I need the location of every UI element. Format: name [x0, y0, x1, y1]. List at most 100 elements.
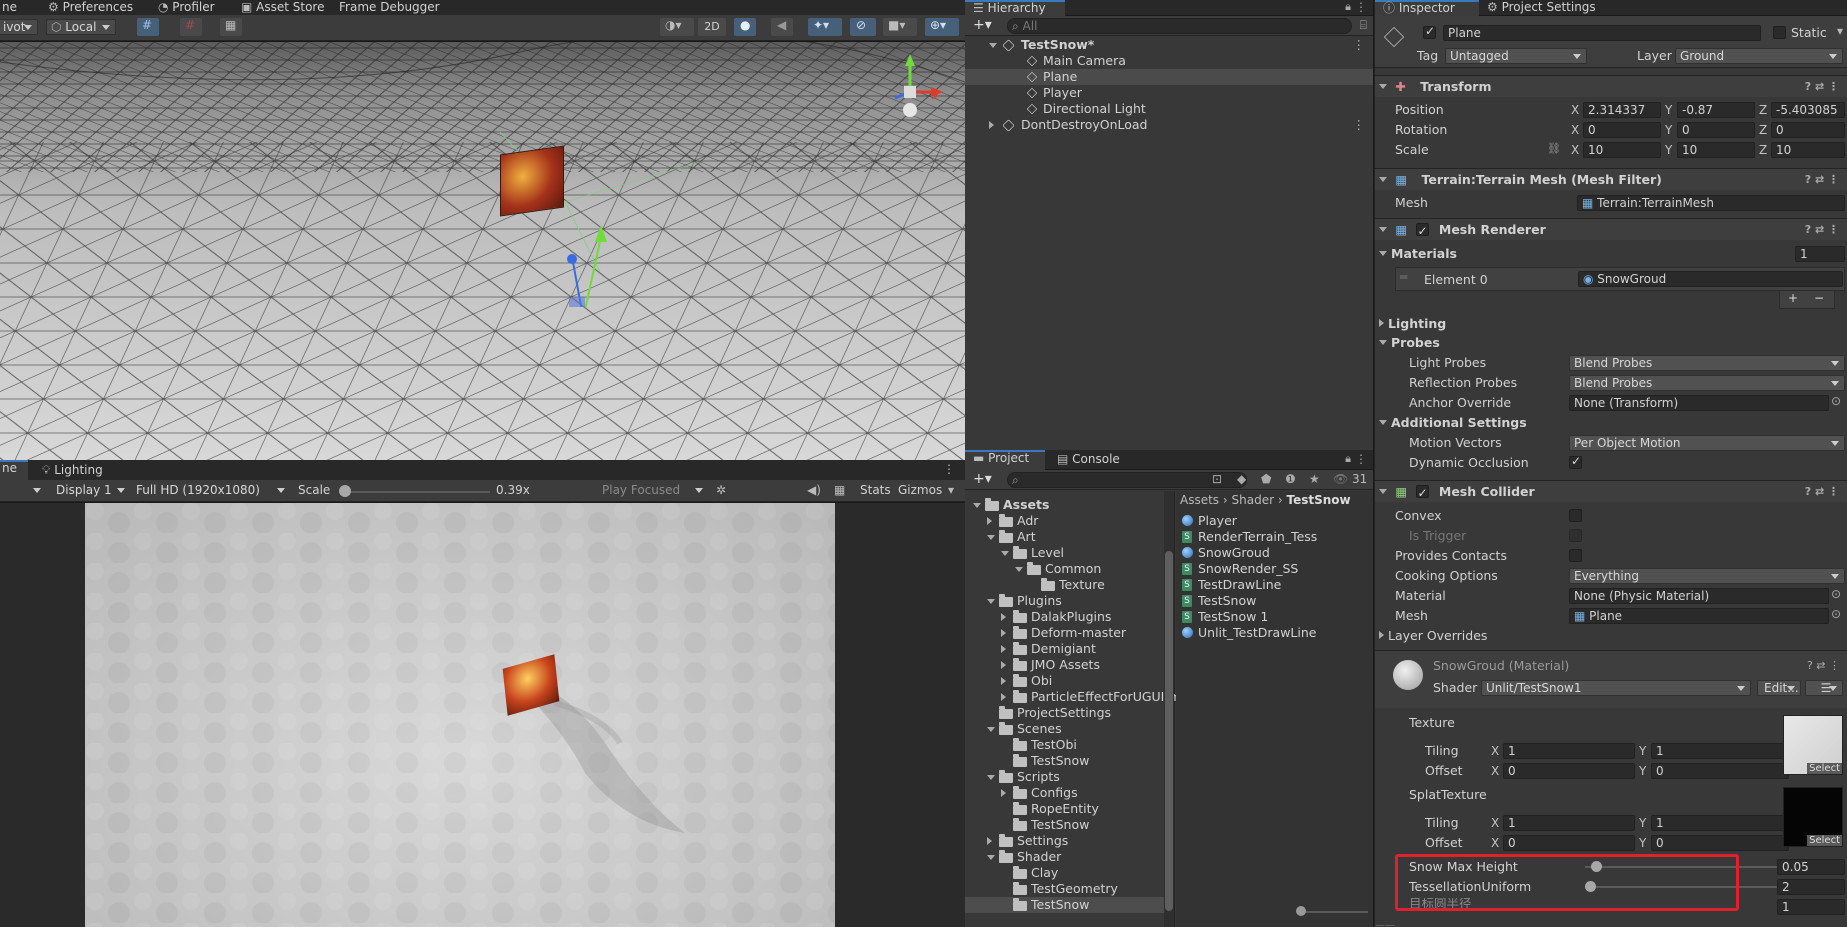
motion-vectors-dropdown[interactable]: Per Object Motion — [1569, 435, 1845, 451]
project-tree-item[interactable]: Demigiant — [965, 641, 1165, 657]
tag-icon[interactable]: ⬟ — [1261, 472, 1271, 486]
mesh-collider-enabled-checkbox[interactable] — [1415, 483, 1429, 504]
component-header-icons[interactable]: ? ⇄ ⋮ — [1805, 169, 1839, 190]
hierarchy-item[interactable]: DontDestroyOnLoad ⋮ — [965, 117, 1373, 133]
orientation-gizmo[interactable]: ✕ — [875, 52, 945, 122]
tree-scrollbar-thumb[interactable] — [1165, 551, 1173, 911]
material-header[interactable]: SnowGroud (Material) ? ⇄ ⋮ Shader Unlit/… — [1375, 650, 1847, 708]
splat-offset-x-field[interactable]: 0 — [1503, 835, 1635, 851]
static-dropdown-arrow[interactable]: ▾ — [1837, 24, 1843, 38]
expand-arrow-down-icon[interactable] — [987, 855, 995, 860]
drag-handle-icon[interactable]: ═ — [1400, 270, 1407, 284]
icon-size-slider[interactable] — [1298, 911, 1368, 913]
tab-hierarchy[interactable]: ☰ Hierarchy — [965, 0, 1065, 16]
project-tree-item[interactable]: Shader — [965, 849, 1165, 865]
splat-offset-y-field[interactable]: 0 — [1651, 835, 1789, 851]
project-tree-item[interactable]: Common — [965, 561, 1165, 577]
project-tree-item[interactable]: ProjectSettings — [965, 705, 1165, 721]
splat-thumbnail[interactable]: Select — [1783, 787, 1843, 847]
keyboard-icon[interactable]: ▦ — [834, 483, 845, 497]
static-checkbox[interactable] — [1773, 26, 1786, 39]
pivot-dropdown[interactable]: ivot — [0, 19, 38, 35]
material-header-icons[interactable]: ? ⇄ ⋮ — [1807, 659, 1840, 672]
tab-asset-store[interactable]: ▣ Asset Store — [233, 0, 333, 16]
expand-arrow-down-icon[interactable] — [1015, 567, 1023, 572]
component-header-icons[interactable]: ? ⇄ ⋮ — [1805, 76, 1839, 97]
align-button[interactable]: ▦ — [220, 18, 242, 36]
mesh-object-field[interactable]: ▦ Terrain:TerrainMesh — [1577, 195, 1845, 211]
expand-arrow-down-icon[interactable] — [987, 535, 995, 540]
info-icon[interactable]: ❶ — [1285, 472, 1296, 486]
project-tree-item[interactable]: Scripts — [965, 769, 1165, 785]
breadcrumb-assets[interactable]: Assets — [1180, 493, 1219, 507]
expand-arrow-down-icon[interactable] — [973, 503, 981, 508]
texture-thumbnail[interactable]: Select — [1783, 715, 1843, 775]
camera-settings-button[interactable]: ■▾ — [883, 18, 917, 36]
project-file-item[interactable]: Player — [1180, 513, 1370, 529]
expand-arrow-right-icon[interactable] — [1001, 677, 1006, 685]
cut-off-field[interactable]: 1 — [1777, 899, 1845, 915]
object-picker-icon[interactable]: ⊙ — [1831, 394, 1841, 408]
search-by-type-icon[interactable]: ⊡ — [1212, 472, 1222, 486]
breadcrumb-testsnow[interactable]: TestSnow — [1286, 493, 1350, 507]
component-header-icons[interactable]: ? ⇄ ⋮ — [1805, 219, 1839, 240]
texture-tiling-y-field[interactable]: 1 — [1651, 743, 1789, 759]
add-element-button[interactable]: + — [1788, 291, 1798, 305]
expand-arrow-right-icon[interactable] — [987, 837, 992, 845]
additional-settings-section[interactable]: Additional Settings — [1379, 414, 1527, 431]
tab-project[interactable]: ▬ Project — [965, 450, 1045, 470]
texture-offset-y-field[interactable]: 0 — [1651, 763, 1789, 779]
project-tree-item[interactable]: TestGeometry — [965, 881, 1165, 897]
tab-frame-debugger[interactable]: Frame Debugger — [331, 0, 448, 16]
project-file-item[interactable]: S RenderTerrain_Tess — [1180, 529, 1370, 545]
audio-toggle[interactable]: ◀ — [771, 18, 793, 36]
dynamic-occlusion-checkbox[interactable] — [1569, 454, 1582, 469]
expand-arrow-down-icon[interactable] — [989, 43, 997, 48]
hierarchy-search-input[interactable]: ⌕ All — [1007, 18, 1352, 34]
convex-checkbox[interactable] — [1569, 509, 1582, 522]
project-tree-item[interactable]: Plugins — [965, 593, 1165, 609]
expand-arrow-right-icon[interactable] — [1001, 613, 1006, 621]
project-file-item[interactable]: S SnowRender_SS — [1180, 561, 1370, 577]
display-dropdown[interactable]: Display 1 — [52, 483, 130, 499]
tab-profiler[interactable]: ◔ Profiler — [150, 0, 223, 16]
hierarchy-more-icon[interactable]: ⋮ — [1355, 0, 1367, 14]
project-tree-item[interactable]: Obi — [965, 673, 1165, 689]
position-x-field[interactable]: 2.314337 — [1583, 102, 1661, 118]
tab-scene[interactable]: ne — [0, 0, 25, 16]
project-file-item[interactable]: S TestSnow — [1180, 593, 1370, 609]
resolution-dropdown[interactable]: Full HD (1920x1080) — [132, 483, 290, 499]
probes-section[interactable]: Probes — [1379, 334, 1440, 351]
remove-element-button[interactable]: − — [1814, 291, 1824, 305]
project-search-input[interactable]: ⌕ — [1007, 472, 1247, 488]
grid-snap-button[interactable]: # — [137, 18, 159, 36]
lighting-toggle[interactable]: ● — [734, 18, 756, 36]
hierarchy-item[interactable]: Plane — [965, 69, 1373, 85]
snow-max-height-field[interactable]: 0.05 — [1777, 859, 1845, 875]
project-tree-item[interactable]: Level — [965, 545, 1165, 561]
project-add-icon[interactable]: +▾ — [973, 471, 992, 487]
scale-y-field[interactable]: 10 — [1677, 142, 1755, 158]
layer-overrides-section[interactable]: Layer Overrides — [1379, 627, 1487, 644]
hidden-packages-icon[interactable]: 👁︎ — [1333, 472, 1348, 486]
project-tree-item[interactable]: ParticleEffectForUGUI-m — [965, 689, 1181, 705]
add-icon[interactable]: +▾ — [973, 17, 992, 33]
shader-edit-button[interactable]: Edit... — [1757, 680, 1801, 696]
tab-preferences[interactable]: ⚙ Preferences — [40, 0, 141, 16]
project-tree-item[interactable]: Art — [965, 529, 1165, 545]
hierarchy-item[interactable]: Main Camera — [965, 53, 1373, 69]
lighting-section[interactable]: Lighting — [1379, 315, 1446, 332]
icon-size-slider-thumb[interactable] — [1296, 906, 1306, 916]
hierarchy-item[interactable]: Directional Light — [965, 101, 1373, 117]
anchor-override-field[interactable]: None (Transform) — [1569, 395, 1829, 411]
scene-viewport[interactable]: ✕ ⋮ — [0, 42, 965, 460]
increment-snap-button[interactable]: # — [180, 18, 202, 36]
expand-arrow-down-icon[interactable] — [1001, 551, 1009, 556]
tessellation-field[interactable]: 2 — [1777, 879, 1845, 895]
tab-project-settings[interactable]: ⚙ Project Settings — [1479, 0, 1604, 16]
tab-game[interactable]: ne — [0, 460, 28, 480]
scale-slider-thumb[interactable] — [339, 485, 351, 497]
mute-audio-icon[interactable]: ◀) — [807, 483, 821, 497]
mesh-filter-header[interactable]: ▦ Terrain:Terrain Mesh (Mesh Filter) ? ⇄… — [1375, 168, 1847, 190]
expand-arrow-down-icon[interactable] — [987, 775, 995, 780]
